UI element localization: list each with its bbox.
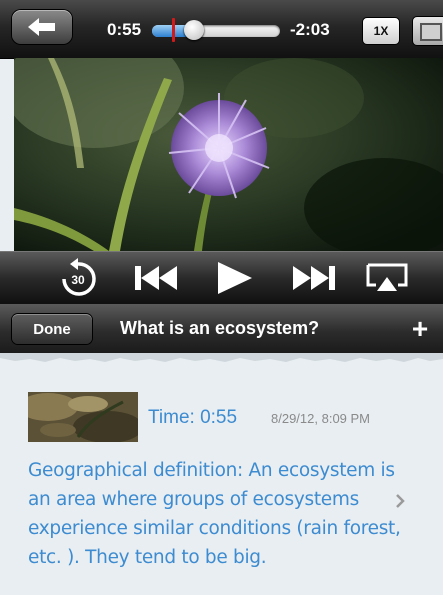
airplay-button[interactable] — [362, 252, 412, 304]
video-frame[interactable] — [14, 58, 443, 251]
flower-video-image — [14, 58, 443, 251]
back-button[interactable] — [12, 10, 72, 44]
skip-back-30-button[interactable]: 30 — [55, 252, 101, 304]
playback-speed-button[interactable]: 1X — [362, 17, 400, 45]
skip-back-seconds: 30 — [71, 273, 85, 287]
progress-thumb[interactable] — [183, 20, 204, 40]
play-button[interactable] — [208, 252, 260, 304]
fullscreen-button[interactable] — [412, 16, 443, 46]
skip-back-30-icon: 30 — [62, 258, 96, 296]
note-thumbnail — [28, 392, 138, 442]
time-remaining: -2:03 — [290, 20, 330, 39]
video-notes-screen: 0:55 -2:03 1X 30 Done What is an ecosyst… — [0, 0, 443, 595]
done-button[interactable]: Done — [12, 314, 92, 344]
add-note-button[interactable]: + — [405, 313, 435, 344]
airplay-icon — [366, 263, 408, 291]
next-track-icon — [293, 266, 335, 290]
notes-list: Time: 0:55 8/29/12, 8:09 PM Geographical… — [0, 362, 443, 595]
play-icon — [218, 262, 252, 294]
previous-track-button[interactable] — [128, 252, 184, 304]
note-date: 8/29/12, 8:09 PM — [271, 411, 371, 426]
note-marker — [171, 18, 175, 42]
back-arrow-icon — [28, 18, 55, 36]
notes-header: Done What is an ecosystem? + — [0, 303, 443, 355]
note-text: Geographical definition: An ecosystem is… — [28, 460, 401, 568]
time-elapsed: 0:55 — [107, 20, 142, 39]
previous-track-icon — [135, 266, 177, 290]
fullscreen-icon — [420, 23, 442, 41]
next-track-button[interactable] — [286, 252, 342, 304]
note-timestamp: Time: 0:55 — [148, 407, 238, 428]
chevron-right-icon — [396, 494, 405, 508]
playback-controls: 30 — [0, 251, 443, 304]
page-title: What is an ecosystem? — [120, 318, 320, 338]
player-top-bar: 0:55 -2:03 1X — [0, 0, 443, 59]
